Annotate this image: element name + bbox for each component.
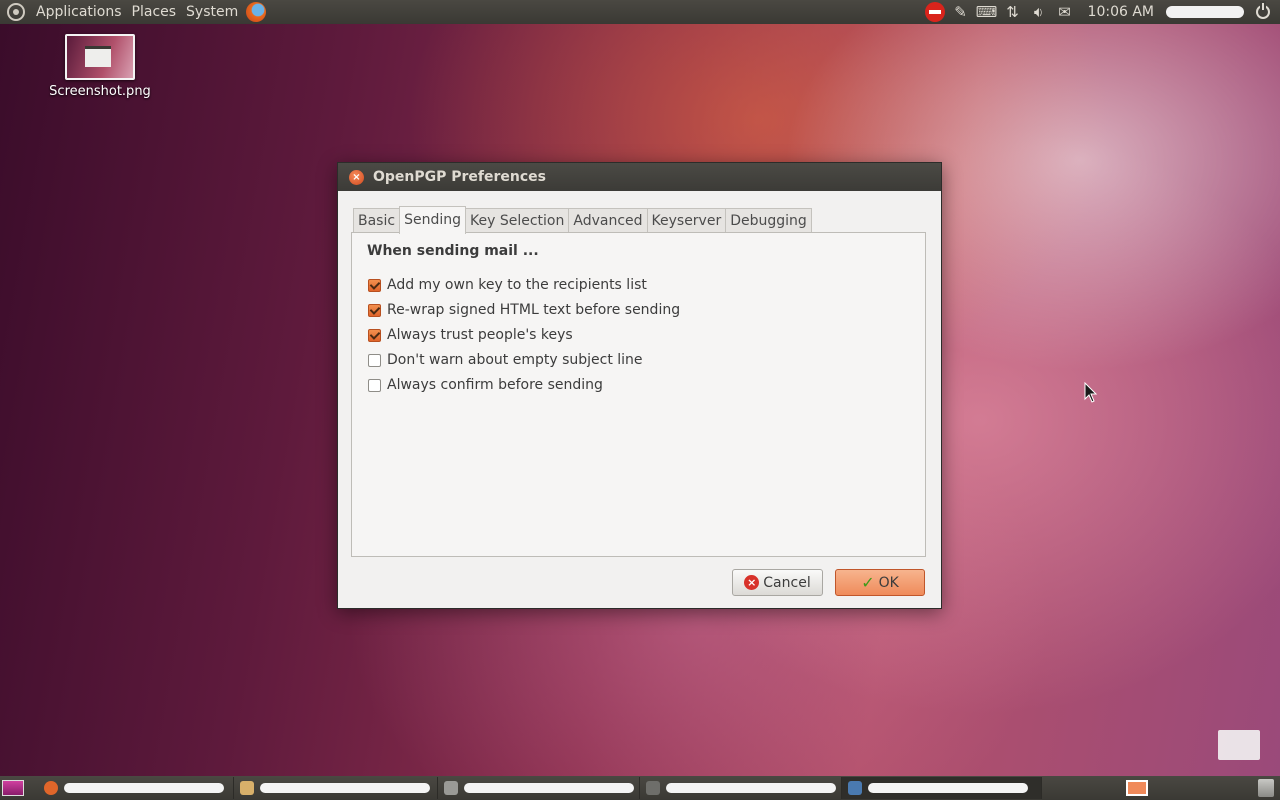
checkbox-add-own-key[interactable]	[368, 278, 381, 292]
option-rewrap-html[interactable]: Re-wrap signed HTML text before sending	[368, 302, 680, 318]
show-desktop-icon[interactable]	[2, 780, 24, 796]
cancel-icon: ×	[744, 575, 760, 590]
menu-applications[interactable]: Applications	[31, 0, 127, 24]
cancel-button-label: Cancel	[763, 574, 811, 591]
ubuntu-logo-icon[interactable]	[7, 3, 25, 21]
taskbar-item[interactable]	[38, 777, 234, 799]
taskbar-item[interactable]	[438, 777, 640, 799]
clock[interactable]: 10:06 AM	[1078, 0, 1164, 24]
network-icon[interactable]: ⇅	[1000, 0, 1026, 24]
option-label: Re-wrap signed HTML text before sending	[387, 302, 681, 318]
option-label: Add my own key to the recipients list	[387, 277, 647, 293]
tab-basic[interactable]: Basic	[353, 208, 401, 233]
trash-icon[interactable]	[1258, 779, 1274, 797]
folder-icon	[240, 781, 254, 795]
no-entry-icon[interactable]	[922, 0, 948, 24]
notification-widget[interactable]	[1218, 730, 1260, 760]
redacted-text	[64, 783, 224, 793]
redacted-text	[868, 783, 1028, 793]
taskbar-item-active[interactable]	[842, 777, 1042, 799]
image-icon	[444, 781, 458, 795]
dialog-title: OpenPGP Preferences	[373, 169, 547, 185]
user-menu[interactable]	[1166, 6, 1244, 18]
redacted-text	[666, 783, 836, 793]
desktop-file-screenshot[interactable]: Screenshot.png	[40, 34, 160, 99]
sending-tab-panel: When sending mail ... Add my own key to …	[351, 232, 926, 557]
checkbox-rewrap-html[interactable]	[368, 303, 381, 317]
top-panel: Applications Places System ✎ ⌨ ⇅ 🔉︎ ✉ 10…	[0, 0, 1280, 24]
workspace-switcher[interactable]	[1126, 780, 1148, 796]
option-confirm-before-sending[interactable]: Always confirm before sending	[368, 377, 603, 393]
terminal-icon	[646, 781, 660, 795]
option-no-empty-subject-warning[interactable]: Don't warn about empty subject line	[368, 352, 643, 368]
ok-button-label: OK	[878, 574, 899, 591]
keyboard-icon[interactable]: ⌨	[974, 0, 1000, 24]
option-add-own-key[interactable]: Add my own key to the recipients list	[368, 277, 647, 293]
checkbox-no-empty-subject-warning[interactable]	[368, 353, 381, 367]
mouse-cursor-icon	[1084, 382, 1098, 403]
firefox-icon	[44, 781, 58, 795]
bottom-panel	[0, 776, 1280, 800]
redacted-text	[464, 783, 634, 793]
tab-keyserver[interactable]: Keyserver	[646, 208, 727, 233]
close-icon[interactable]: ×	[349, 169, 364, 185]
option-label: Don't warn about empty subject line	[387, 352, 643, 368]
taskbar-item[interactable]	[640, 777, 842, 799]
taskbar-item[interactable]	[234, 777, 438, 799]
top-panel-menus: Applications Places System	[0, 0, 267, 24]
menu-places[interactable]: Places	[127, 0, 182, 24]
thunderbird-icon	[848, 781, 862, 795]
tab-debugging[interactable]: Debugging	[725, 208, 812, 233]
tab-key-selection[interactable]: Key Selection	[465, 208, 570, 233]
tab-sending[interactable]: Sending	[399, 206, 466, 234]
redacted-text	[260, 783, 430, 793]
checkbox-confirm-before-sending[interactable]	[368, 378, 381, 392]
dialog-titlebar[interactable]: × OpenPGP Preferences	[338, 163, 941, 191]
checkmark-icon: ✓	[861, 573, 875, 592]
volume-icon[interactable]: 🔉︎	[1026, 0, 1052, 24]
notes-icon[interactable]: ✎	[948, 0, 974, 24]
desktop-file-label: Screenshot.png	[49, 84, 151, 99]
tab-advanced[interactable]: Advanced	[568, 208, 648, 233]
power-icon[interactable]	[1256, 3, 1270, 19]
option-label: Always confirm before sending	[387, 377, 603, 393]
image-thumbnail-icon	[65, 34, 135, 80]
menu-system[interactable]: System	[181, 0, 243, 24]
option-always-trust-keys[interactable]: Always trust people's keys	[368, 327, 573, 343]
option-label: Always trust people's keys	[387, 327, 573, 343]
section-title: When sending mail ...	[367, 243, 539, 259]
tab-bar: Basic Sending Key Selection Advanced Key…	[353, 206, 812, 234]
firefox-launcher-icon[interactable]	[246, 2, 267, 22]
ok-button[interactable]: ✓ OK	[835, 569, 925, 596]
cancel-button[interactable]: × Cancel	[732, 569, 823, 596]
top-panel-tray: ✎ ⌨ ⇅ 🔉︎ ✉ 10:06 AM	[922, 0, 1280, 24]
checkbox-always-trust-keys[interactable]	[368, 328, 381, 342]
mail-icon[interactable]: ✉	[1052, 0, 1078, 24]
openpgp-preferences-dialog: × OpenPGP Preferences Basic Sending Key …	[337, 162, 942, 609]
